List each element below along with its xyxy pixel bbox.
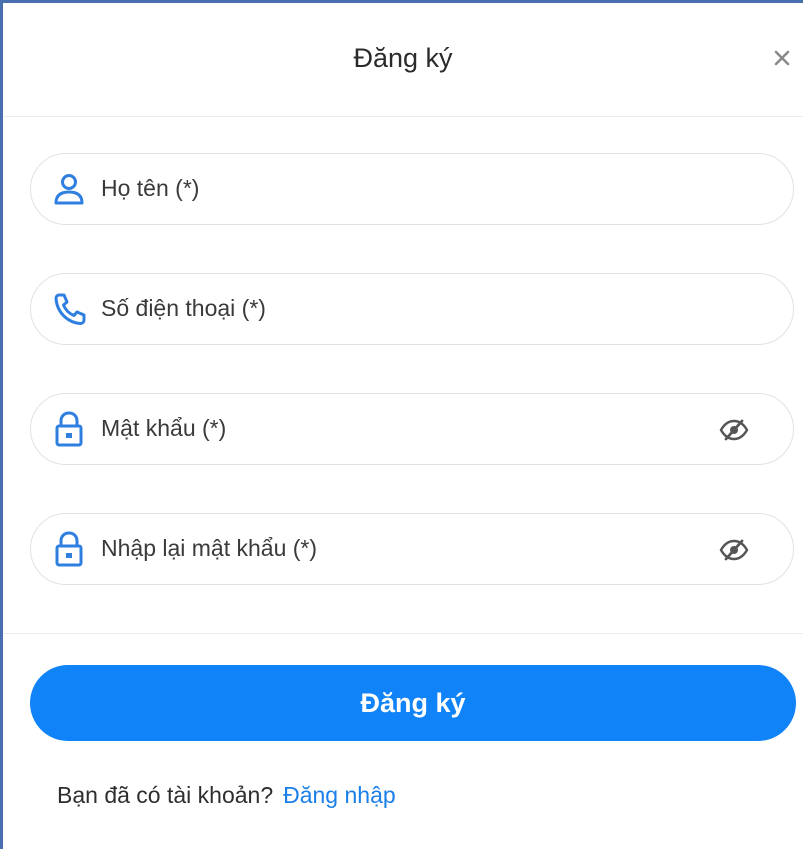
phone-icon: [54, 293, 86, 325]
eye-off-icon[interactable]: [719, 418, 749, 442]
lock-icon: [55, 531, 83, 567]
user-icon: [54, 174, 84, 205]
confirm-password-field[interactable]: Nhập lại mật khẩu (*): [30, 513, 794, 585]
fullname-placeholder: Họ tên (*): [101, 175, 200, 201]
confirm-password-placeholder: Nhập lại mật khẩu (*): [101, 535, 318, 561]
fullname-field[interactable]: Họ tên (*): [30, 153, 794, 225]
password-field[interactable]: Mật khẩu (*): [30, 393, 794, 465]
lock-icon: [55, 411, 83, 447]
register-dialog: Đăng ký Họ tên (*) Số điện thoại (*) Mật…: [0, 0, 803, 849]
close-button[interactable]: [771, 47, 793, 69]
phone-field[interactable]: Số điện thoại (*): [30, 273, 794, 345]
section-divider: [3, 633, 803, 634]
dialog-title: Đăng ký: [353, 43, 453, 73]
password-placeholder: Mật khẩu (*): [101, 415, 227, 441]
dialog-header: Đăng ký: [3, 3, 803, 117]
login-link[interactable]: Đăng nhập: [283, 782, 396, 808]
register-button[interactable]: Đăng ký: [30, 665, 796, 741]
login-prompt-text: Bạn đã có tài khoản?: [57, 782, 274, 808]
eye-off-icon[interactable]: [719, 538, 749, 562]
login-prompt: Bạn đã có tài khoản? Đăng nhập: [57, 782, 396, 809]
phone-placeholder: Số điện thoại (*): [101, 295, 266, 321]
close-icon: [774, 50, 790, 66]
